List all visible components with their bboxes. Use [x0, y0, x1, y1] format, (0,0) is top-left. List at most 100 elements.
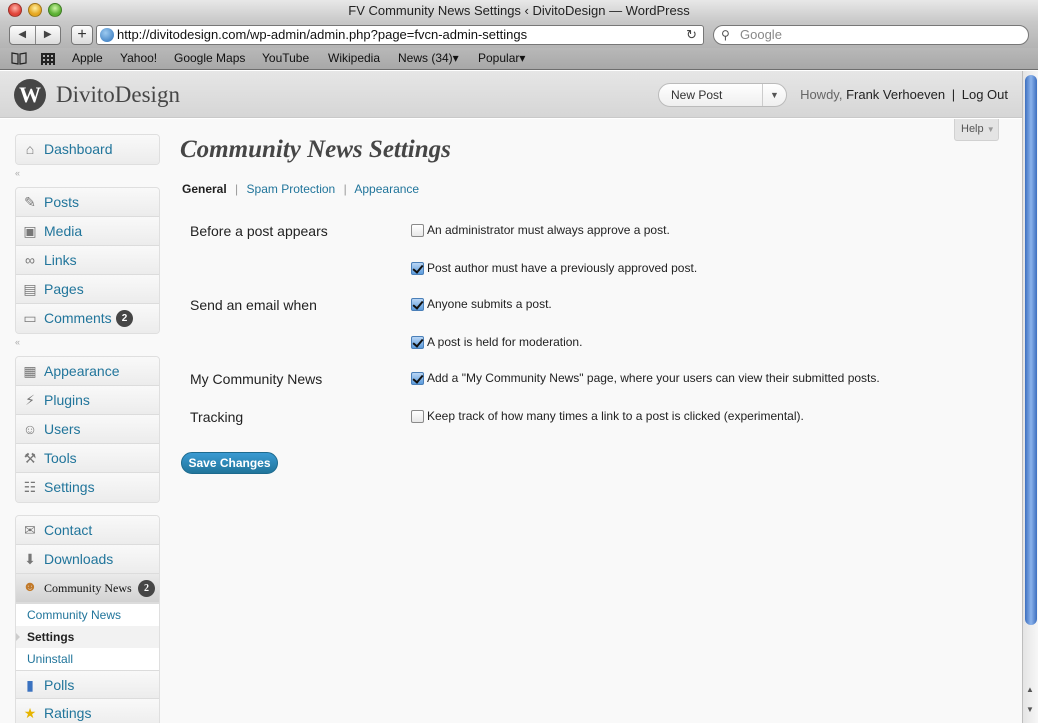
submenu-settings[interactable]: Settings [16, 626, 159, 648]
menu-label: Ratings [44, 705, 92, 721]
wordpress-logo-icon: W [14, 79, 46, 111]
menu-item-tools[interactable]: ⚒ Tools [16, 444, 159, 473]
address-bar[interactable]: http://divitodesign.com/wp-admin/admin.p… [96, 25, 704, 45]
reload-icon[interactable]: ↻ [686, 26, 697, 44]
search-field[interactable]: ⚲ Google [713, 25, 1029, 45]
option-my-community-page[interactable]: Add a "My Community News" page, where yo… [411, 371, 880, 385]
submenu-uninstall[interactable]: Uninstall [16, 648, 159, 670]
forward-icon[interactable]: ▶ [36, 26, 61, 44]
bookmark-news[interactable]: News (34)▾ [398, 51, 459, 65]
url-text: http://divitodesign.com/wp-admin/admin.p… [117, 27, 528, 42]
menu-label: Tools [44, 450, 77, 466]
menu-label: Media [44, 223, 83, 239]
option-label: Post author must have a previously appro… [427, 261, 698, 275]
row-label-before-post: Before a post appears [190, 223, 328, 239]
save-changes-button[interactable]: Save Changes [181, 452, 278, 474]
plugins-icon: ⚡ [25, 392, 35, 408]
menu-label: Polls [44, 677, 75, 693]
checkbox-email-moderation[interactable] [411, 336, 424, 349]
site-name[interactable]: DivitoDesign [56, 82, 180, 108]
option-track-clicks[interactable]: Keep track of how many times a link to a… [411, 409, 804, 423]
menu-item-polls[interactable]: ▮ Polls [16, 670, 159, 699]
tab-spam-protection[interactable]: Spam Protection [247, 182, 336, 196]
bookmark-youtube[interactable]: YouTube [262, 51, 309, 65]
checkbox-my-community-page[interactable] [411, 372, 424, 385]
menu-item-comments[interactable]: ▭ Comments 2 [16, 304, 159, 333]
minimize-window-button[interactable] [28, 3, 42, 17]
menu-label: Pages [44, 281, 84, 297]
open-book-icon[interactable] [11, 51, 27, 65]
new-post-label: New Post [671, 88, 723, 102]
bookmark-apple[interactable]: Apple [72, 51, 103, 65]
help-tab[interactable]: Help ▼ [954, 119, 999, 141]
option-label: Anyone submits a post. [427, 297, 552, 311]
tab-separator: | [343, 182, 347, 196]
menu-separator: « [15, 165, 160, 187]
submenu-community-news[interactable]: Community News [16, 604, 159, 626]
add-bookmark-button[interactable]: + [71, 25, 93, 45]
header-separator: | [951, 87, 956, 102]
tab-appearance[interactable]: Appearance [354, 182, 419, 196]
collapse-arrow-icon[interactable]: « [15, 337, 20, 347]
collapse-arrow-icon[interactable]: « [15, 168, 20, 178]
help-label: Help [961, 123, 984, 135]
close-window-button[interactable] [8, 3, 22, 17]
back-icon[interactable]: ◀ [10, 26, 36, 44]
menu-label: Appearance [44, 363, 120, 379]
menu-item-dashboard[interactable]: ⌂ Dashboard [16, 135, 159, 164]
menu-item-links[interactable]: ∞ Links [16, 246, 159, 275]
tab-separator: | [235, 182, 239, 196]
menu-item-contact[interactable]: ✉ Contact [16, 516, 159, 545]
users-icon: ☺ [22, 421, 38, 437]
community-count-badge: 2 [138, 580, 155, 597]
checkbox-admin-approve[interactable] [411, 224, 424, 237]
menu-item-ratings[interactable]: ★ Ratings [16, 699, 159, 723]
bookmark-google-maps[interactable]: Google Maps [174, 51, 245, 65]
polls-icon: ▮ [26, 677, 34, 693]
chevron-down-icon[interactable]: ▼ [762, 84, 786, 106]
menu-item-appearance[interactable]: ▦ Appearance [16, 357, 159, 386]
menu-item-pages[interactable]: ▤ Pages [16, 275, 159, 304]
zoom-window-button[interactable] [48, 3, 62, 17]
row-label-my-community-news: My Community News [190, 371, 323, 387]
scroll-up-arrow-icon[interactable]: ▲ [1026, 685, 1034, 694]
window-title: FV Community News Settings ‹ DivitoDesig… [348, 3, 690, 18]
option-label: Add a "My Community News" page, where yo… [427, 371, 880, 385]
bookmark-wikipedia[interactable]: Wikipedia [328, 51, 380, 65]
community-news-submenu: Community News Settings Uninstall [16, 603, 159, 670]
window-controls [8, 3, 62, 17]
nav-buttons: ◀ ▶ [9, 25, 61, 45]
option-admin-approve[interactable]: An administrator must always approve a p… [411, 223, 670, 237]
menu-label: Dashboard [44, 141, 113, 157]
tab-general[interactable]: General [182, 182, 227, 196]
user-name-link[interactable]: Frank Verhoeven [846, 87, 945, 102]
menu-item-settings[interactable]: ☷ Settings [16, 473, 159, 502]
bookmark-yahoo[interactable]: Yahoo! [120, 51, 157, 65]
star-icon: ★ [23, 705, 37, 721]
browser-toolbar: ◀ ▶ + http://divitodesign.com/wp-admin/a… [0, 22, 1038, 48]
top-sites-grid-icon[interactable] [41, 53, 55, 65]
scrollbar-thumb[interactable] [1025, 75, 1037, 625]
menu-separator [15, 503, 160, 515]
option-email-moderation[interactable]: A post is held for moderation. [411, 335, 582, 349]
menu-label: Community News [44, 581, 132, 595]
checkbox-track-clicks[interactable] [411, 410, 424, 423]
menu-item-users[interactable]: ☺ Users [16, 415, 159, 444]
menu-item-downloads[interactable]: ⬇ Downloads [16, 545, 159, 574]
scroll-down-arrow-icon[interactable]: ▼ [1026, 705, 1034, 714]
option-author-approved[interactable]: Post author must have a previously appro… [411, 261, 697, 275]
logout-link[interactable]: Log Out [962, 87, 1008, 102]
howdy-text: Howdy, [800, 87, 843, 102]
menu-item-media[interactable]: ▣ Media [16, 217, 159, 246]
vertical-scrollbar[interactable]: ▲ ▼ [1022, 71, 1038, 723]
option-email-submit[interactable]: Anyone submits a post. [411, 297, 552, 311]
new-post-dropdown[interactable]: New Post ▼ [658, 83, 787, 107]
menu-item-plugins[interactable]: ⚡ Plugins [16, 386, 159, 415]
bookmark-popular[interactable]: Popular▾ [478, 51, 525, 65]
links-icon: ∞ [25, 252, 35, 268]
comments-count-badge: 2 [116, 310, 133, 327]
menu-item-posts[interactable]: ✎ Posts [16, 188, 159, 217]
checkbox-email-submit[interactable] [411, 298, 424, 311]
menu-item-community-news[interactable]: ☻ Community News 2 [16, 574, 159, 603]
checkbox-author-approved[interactable] [411, 262, 424, 275]
